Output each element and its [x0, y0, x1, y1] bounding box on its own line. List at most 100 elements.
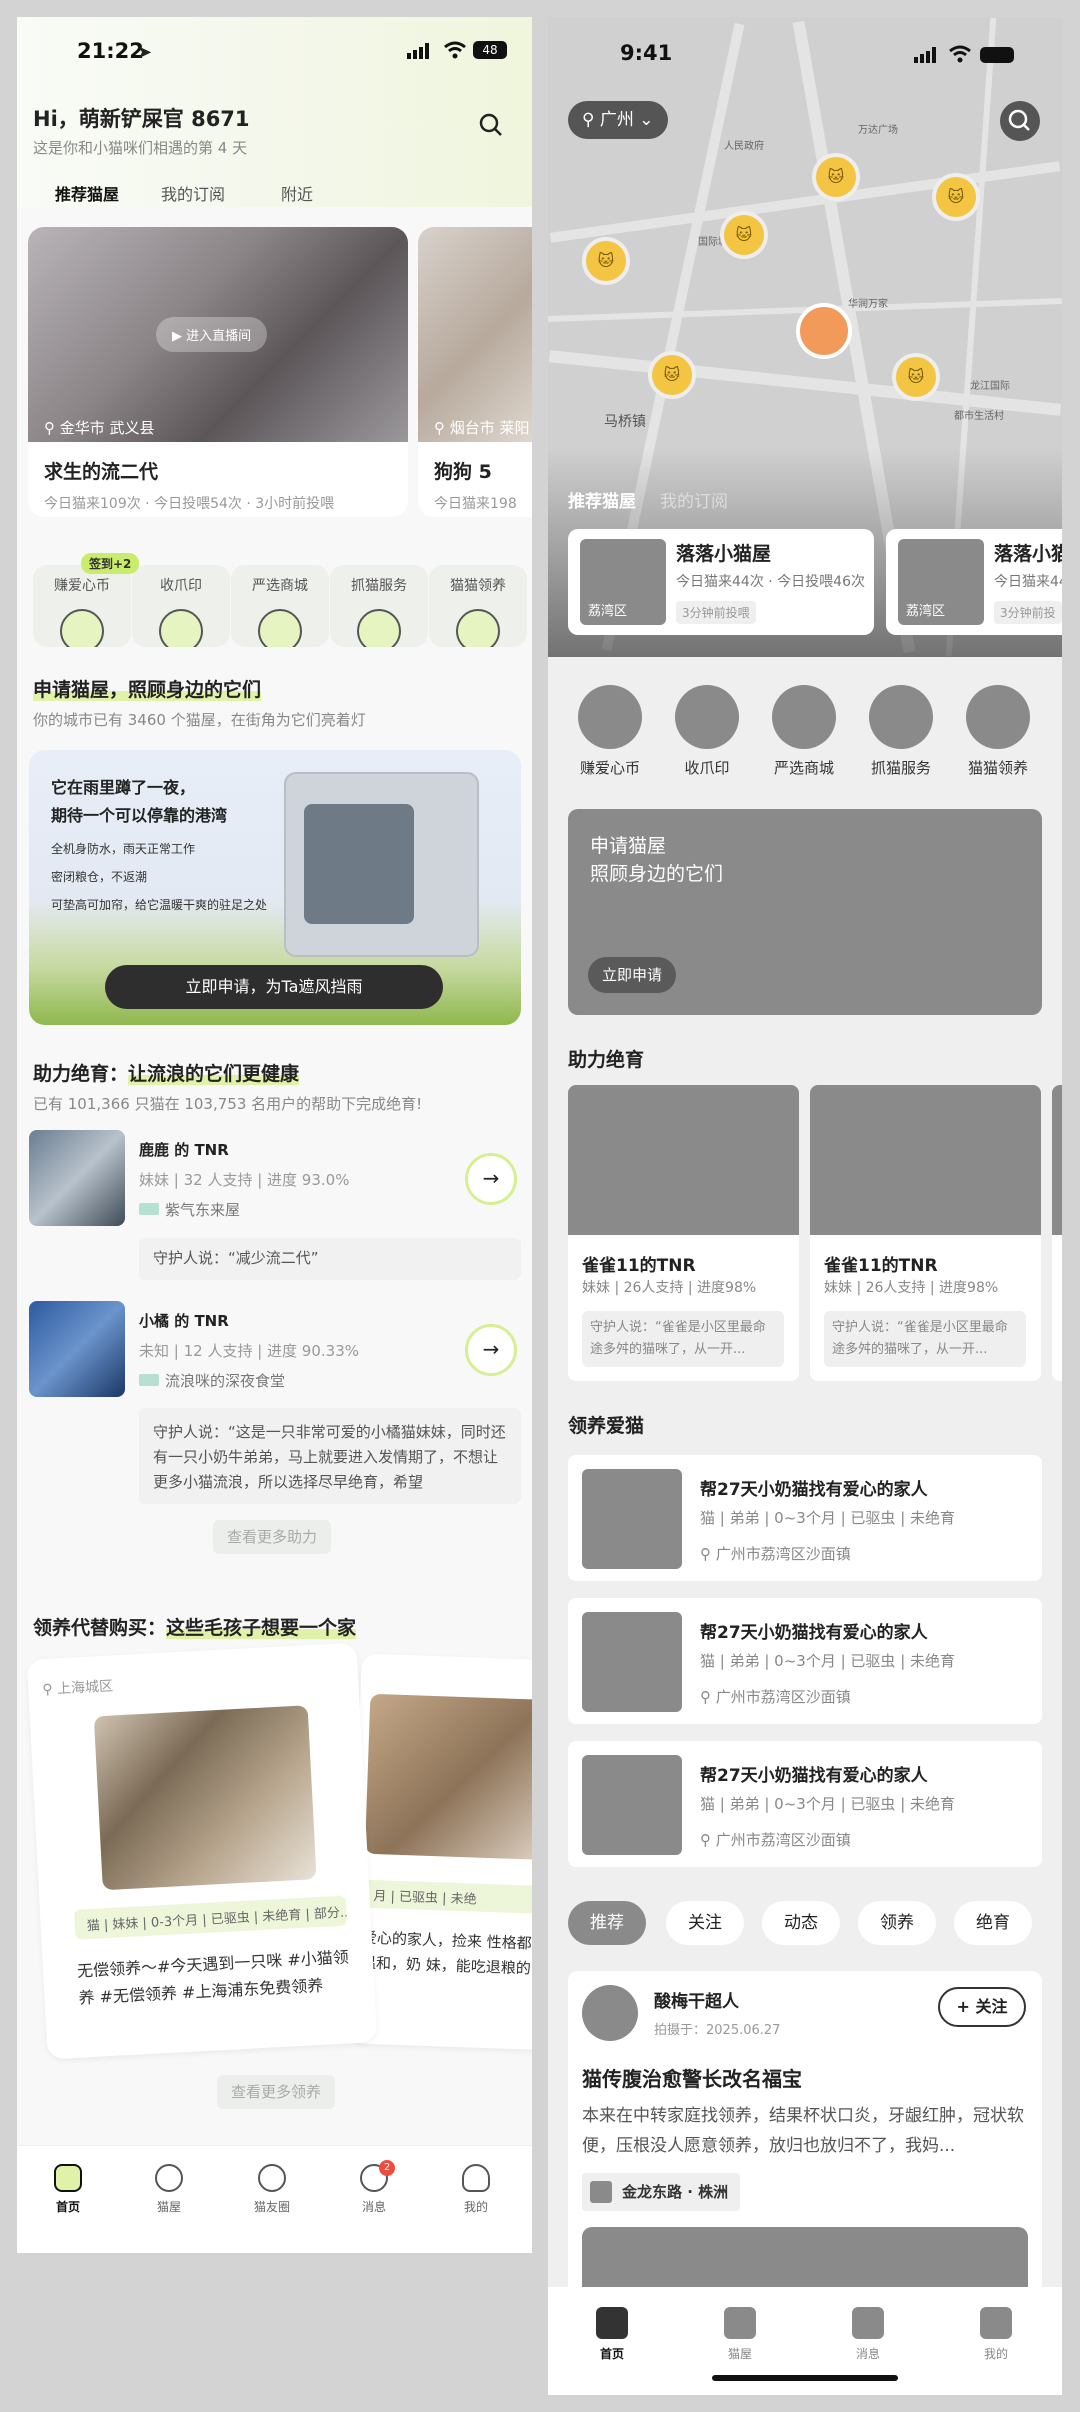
tab-cathouse[interactable]: 猫屋	[134, 2164, 204, 2215]
adopt-list-item[interactable]: 帮27天小奶猫找有爱心的家人 猫 | 弟弟 | 0~3个月 | 已驱虫 | 未绝…	[568, 1741, 1042, 1867]
tnr-name: 小橘 的 TNR	[139, 1312, 229, 1330]
tab-cathouse[interactable]: 猫屋	[710, 2307, 770, 2362]
map-tab-subscribed[interactable]: 我的订阅	[660, 487, 728, 512]
apply-now-button[interactable]: 立即申请，为Ta遮风挡雨	[105, 965, 443, 1009]
user-avatar-pin[interactable]	[796, 303, 852, 359]
wifi-icon	[948, 45, 972, 63]
tab-messages[interactable]: 消息	[339, 2164, 409, 2215]
live-card[interactable]: ▶ 进入直播间 ⚲ 金华市 武义县 求生的流二代 今日猫来109次 · 今日投喂…	[28, 227, 408, 517]
enter-live-label: 进入直播间	[186, 329, 252, 344]
cat-house-pin[interactable]: 🐱	[648, 351, 696, 399]
tnr-go-button[interactable]	[465, 1153, 517, 1205]
post-location-tag[interactable]: 金龙东路 · 株洲	[582, 2173, 741, 2211]
service-shop-icon[interactable]	[772, 685, 836, 749]
tnr-place: 流浪咪的深夜食堂	[139, 1370, 285, 1391]
more-tnr-button[interactable]: 查看更多助力	[213, 1520, 332, 1554]
feed-tab-adopt[interactable]: 领养	[858, 1901, 936, 1945]
tab-subscribed[interactable]: 我的订阅	[161, 181, 225, 205]
cat-house-pin[interactable]: 🐱	[932, 173, 980, 221]
tab-nearby[interactable]: 附近	[281, 181, 313, 205]
tab-messages[interactable]: 消息	[838, 2307, 898, 2362]
service-catch-icon[interactable]	[869, 685, 933, 749]
cat-house-image	[284, 772, 479, 957]
service-shop[interactable]: 严选商城	[231, 565, 329, 647]
follow-button[interactable]: + 关注	[938, 1987, 1026, 2027]
card-meta: 今日猫来198	[434, 496, 517, 512]
map-label: 人民政府	[724, 141, 764, 152]
adopt-photo	[582, 1755, 682, 1855]
tab-cathouse-label: 猫屋	[727, 2347, 752, 2361]
message-icon	[852, 2307, 884, 2339]
cat-house-pin[interactable]: 🐱	[892, 353, 940, 401]
tab-home[interactable]: 首页	[582, 2307, 642, 2362]
feed-tab-tnr[interactable]: 绝育	[954, 1901, 1032, 1945]
tnr-go-button[interactable]	[465, 1324, 517, 1376]
location-pin-icon: ⚲	[700, 1831, 716, 1849]
adopt-location: ⚲ 上海城区	[42, 1675, 114, 1699]
greeting-subtitle: 这是你和小猫咪们相遇的第 4 天	[33, 139, 248, 157]
service-earn-coins-icon[interactable]	[578, 685, 642, 749]
user-icon	[462, 2164, 490, 2192]
cat-house-pin[interactable]: 🐱	[720, 211, 768, 259]
more-adopt-button[interactable]: 查看更多领养	[217, 2075, 336, 2109]
feed-tab-recommended[interactable]: 推荐	[568, 1901, 646, 1945]
cat-house-pin[interactable]: 🐱	[812, 153, 860, 201]
user-icon	[980, 2307, 1012, 2339]
status-time: 9:41	[620, 41, 673, 65]
service-label: 猫猫领养	[450, 578, 506, 594]
feed-tab-moments[interactable]: 动态	[762, 1901, 840, 1945]
apply-promo-banner[interactable]: 它在雨里蹲了一夜， 期待一个可以停靠的港湾 全机身防水，雨天正常工作 密闭粮仓，…	[29, 750, 521, 1025]
enter-live-button[interactable]: ▶ 进入直播间	[156, 317, 268, 352]
post-date: 拍摄于：2025.06.27	[654, 2023, 781, 2038]
avatar[interactable]	[582, 1985, 638, 2041]
adopt-card[interactable]: ⚲ 上海城区 猫 | 妹妹 | 0-3个月 | 已驱虫 | 未绝育 | 部分..…	[26, 1642, 378, 2060]
tab-mine[interactable]: 我的	[966, 2307, 1026, 2362]
tnr-card[interactable]	[1052, 1085, 1062, 1381]
tab-catfriends[interactable]: 猫友圈	[237, 2164, 307, 2215]
tnr-quote: 守护人说：“这是一只非常可爱的小橘猫妹妹，同时还有一只小奶牛弟弟，马上就要进入发…	[139, 1408, 521, 1504]
location-pin-icon: ⚲	[582, 110, 600, 130]
search-icon	[1008, 109, 1030, 131]
service-catch-cat[interactable]: 抓猫服务	[330, 565, 428, 647]
paw-icon	[159, 609, 203, 647]
apply-banner[interactable]: 申请猫屋 照顾身边的它们 立即申请	[568, 809, 1042, 1015]
apply-now-button[interactable]: 立即申请	[588, 957, 677, 993]
tnr-card[interactable]: 雀雀11的TNR 妹妹 | 26人支持 | 进度98% 守护人说：“雀雀是小区里…	[568, 1085, 799, 1381]
cat-house-photo: 荔湾区	[580, 539, 666, 625]
status-time: 21:22	[77, 39, 144, 63]
signal-icon	[914, 47, 942, 63]
feed-tab-following[interactable]: 关注	[666, 1901, 744, 1945]
service-earn-coins[interactable]: 赚爱心币	[33, 565, 131, 647]
apply-subtitle: 你的城市已有 3460 个猫屋，在街角为它们亮着灯	[33, 711, 366, 729]
tab-mine[interactable]: 我的	[441, 2164, 511, 2215]
phone-wireframe-screen: 马桥镇 万达广场 华润万家 龙江国际 都市生活村 国际城 人民政府 🐱 🐱 🐱 …	[548, 17, 1062, 2395]
cat-house-card[interactable]: 荔湾区 落落小猫屋 今日猫来44次 · 今日投喂46次 3分钟前投喂	[568, 529, 874, 635]
apply-line2: 照顾身边的它们	[590, 863, 724, 885]
tab-home[interactable]: 首页	[33, 2164, 103, 2215]
adopt-title: 领养代替购买：这些毛孩子想要一个家	[33, 1613, 357, 1640]
adopt-location: ⚲ 广州市荔湾区沙面镇	[700, 1686, 851, 1707]
adopt-list-item[interactable]: 帮27天小奶猫找有爱心的家人 猫 | 弟弟 | 0~3个月 | 已驱虫 | 未绝…	[568, 1455, 1042, 1581]
service-paw-icon[interactable]	[675, 685, 739, 749]
tnr-card[interactable]: 雀雀11的TNR 妹妹 | 26人支持 | 进度98% 守护人说：“雀雀是小区里…	[810, 1085, 1041, 1381]
service-adopt-icon[interactable]	[966, 685, 1030, 749]
map-tab-recommended[interactable]: 推荐猫屋	[568, 487, 636, 512]
city-selector[interactable]: ⚲ 广州 ⌄	[568, 101, 668, 139]
adopt-list-item[interactable]: 帮27天小奶猫找有爱心的家人 猫 | 弟弟 | 0~3个月 | 已驱虫 | 未绝…	[568, 1598, 1042, 1724]
adopt-tags: 猫 | 妹妹 | 0-3个月 | 已驱虫 | 未绝育 | 部分...	[73, 1895, 348, 1940]
card-location: ⚲ 烟台市 莱阳	[434, 417, 530, 438]
map-label: 马桥镇	[604, 414, 646, 430]
service-adopt[interactable]: 猫猫领养	[429, 565, 527, 647]
adopt-title: 帮27天小奶猫找有爱心的家人	[700, 1480, 928, 1500]
tnr-card-title: 雀雀11的TNR	[582, 1256, 696, 1276]
service-label: 严选商城	[252, 578, 308, 594]
search-button[interactable]	[1000, 101, 1040, 141]
live-card[interactable]: ⚲ 烟台市 莱阳 狗狗 5 今日猫来198	[418, 227, 532, 517]
tab-recommended[interactable]: 推荐猫屋	[50, 181, 124, 213]
card-location-text: 金华市 武义县	[59, 419, 155, 437]
adopt-card[interactable]: 月 | 已驱虫 | 未绝 爱心的家人，捡来 性格都很温和，奶 妹，能吃退粮的，	[348, 1653, 532, 2051]
cat-house-card[interactable]: 荔湾区 落落小猫屋 今日猫来44 3分钟前投	[886, 529, 1062, 635]
service-paw-prints[interactable]: 收爪印	[132, 565, 230, 647]
cat-house-pin[interactable]: 🐱	[582, 237, 630, 285]
search-icon[interactable]	[479, 113, 503, 137]
